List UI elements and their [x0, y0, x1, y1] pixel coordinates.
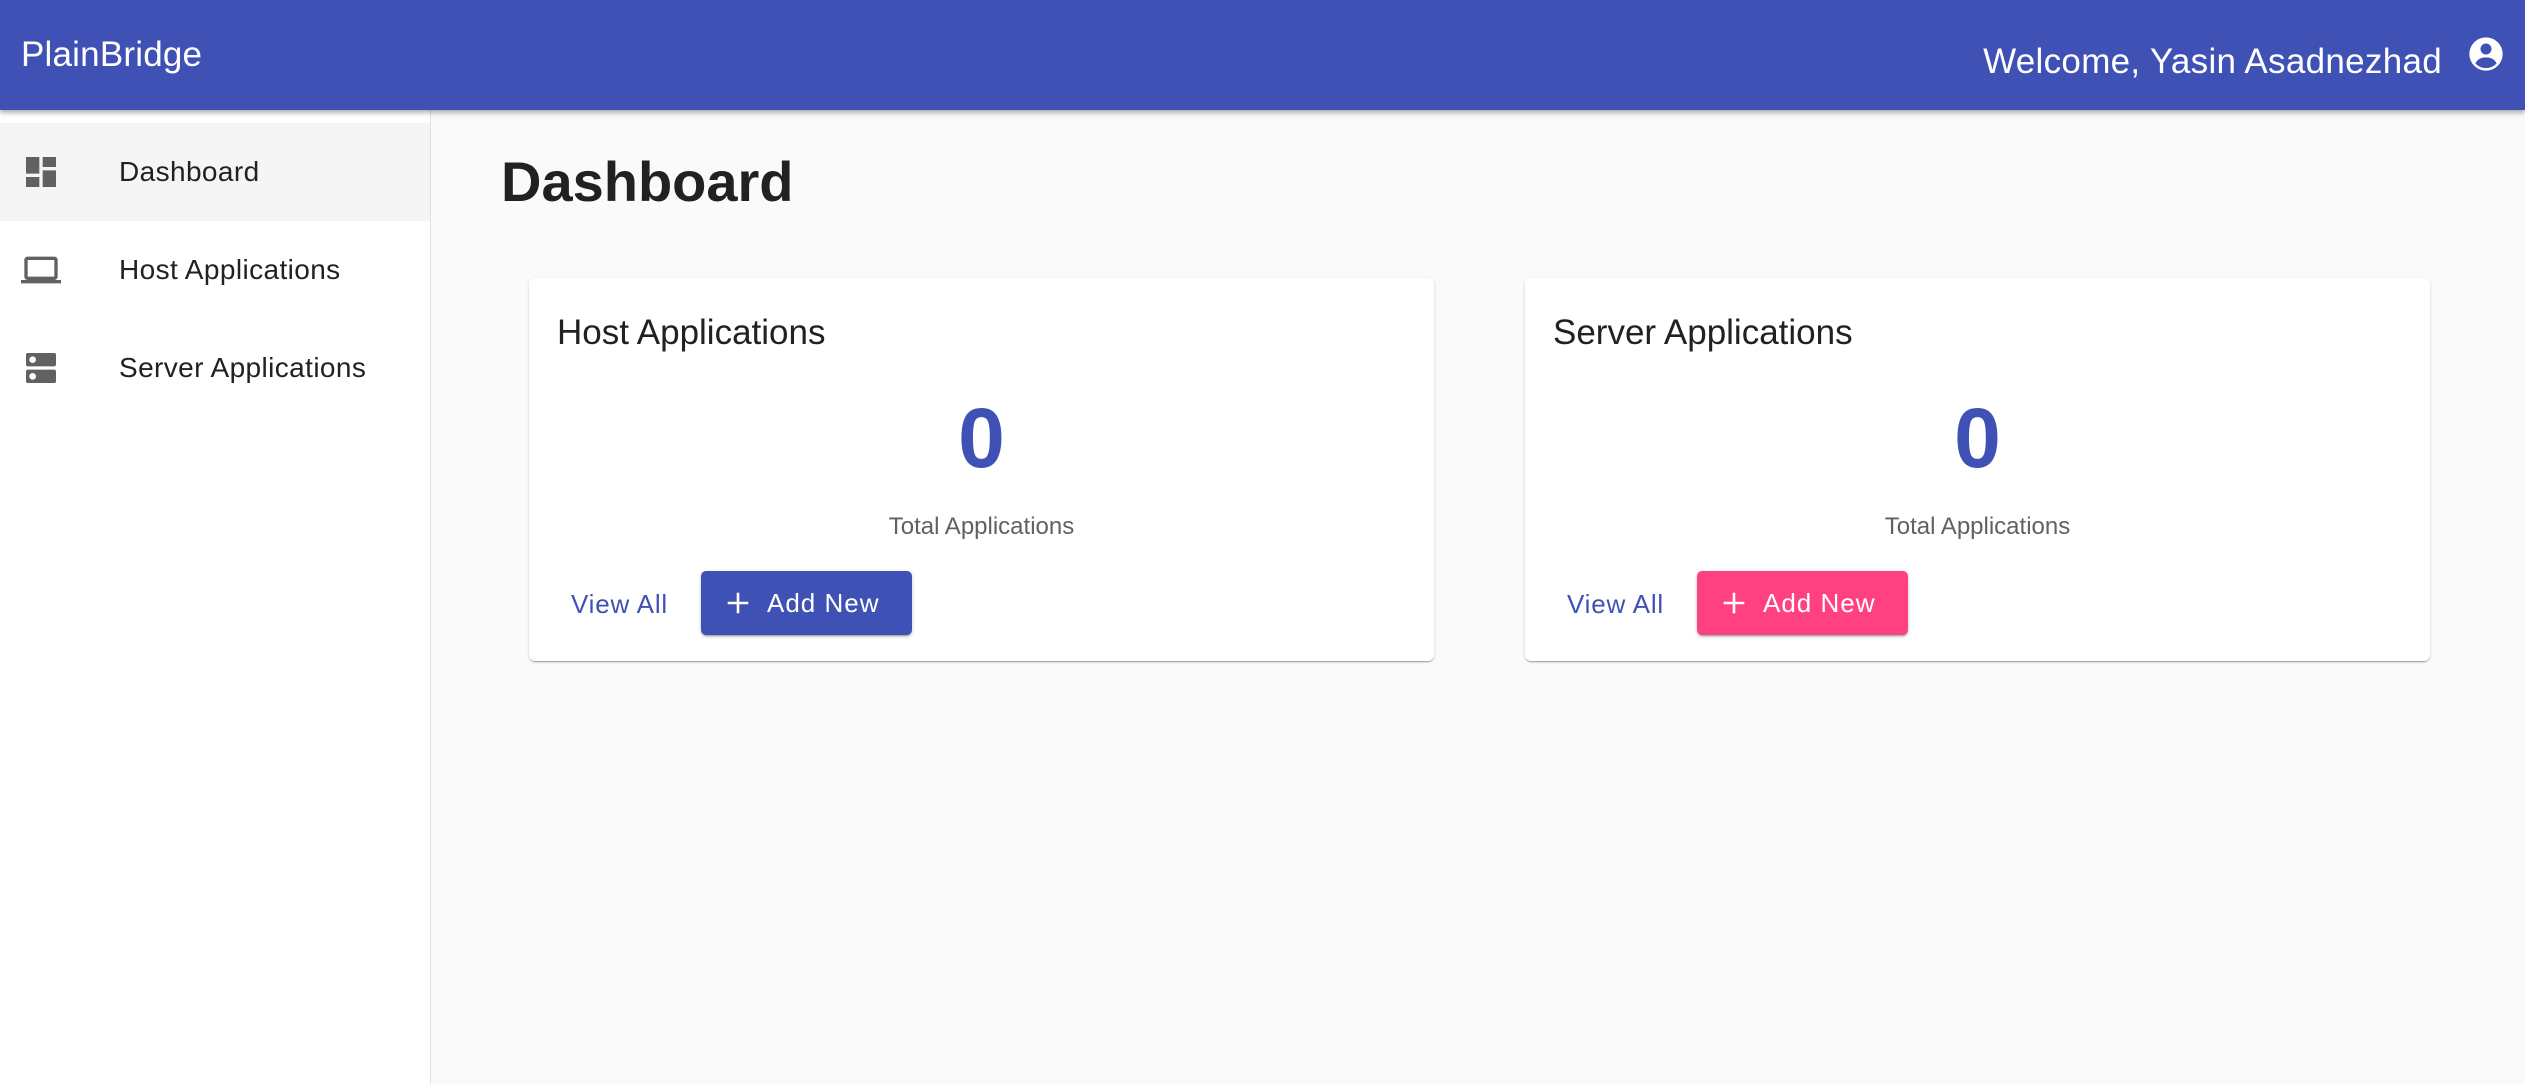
count-caption: Total Applications [888, 513, 1075, 540]
dashboard-icon [26, 157, 56, 187]
add-new-label: Add New [767, 588, 880, 618]
sidebar-item-label: Host Applications [119, 254, 341, 285]
page-title: Dashboard [501, 150, 794, 213]
sidebar-nav-list: Dashboard Host Applications Server Appli… [0, 110, 430, 417]
add-new-label: Add New [1763, 588, 1876, 618]
add-new-host-button[interactable]: Add New [701, 571, 912, 635]
sidebar-item-label: Dashboard [119, 156, 260, 187]
add-new-server-button[interactable]: Add New [1697, 571, 1908, 635]
account-circle-icon[interactable] [2466, 34, 2506, 74]
sidebar-item-label: Server Applications [119, 352, 367, 383]
server-applications-card: Server Applications 0 Total Applications… [1525, 278, 2430, 661]
view-all-server-button[interactable]: View All [1553, 573, 1678, 635]
card-title: Host Applications [557, 313, 826, 352]
sidebar: Dashboard Host Applications Server Appli… [0, 110, 431, 1084]
count-caption: Total Applications [1884, 513, 2071, 540]
application-count: 0 [958, 391, 1005, 485]
sidebar-item-server-applications[interactable]: Server Applications [0, 319, 430, 417]
sidebar-item-dashboard[interactable]: Dashboard [0, 123, 430, 221]
laptop-icon [21, 256, 61, 284]
plus-icon [727, 592, 749, 614]
welcome-text: Welcome, Yasin Asadnezhad [1983, 42, 2442, 81]
host-applications-card: Host Applications 0 Total Applications V… [529, 278, 1434, 661]
main-content: Dashboard Host Applications 0 Total Appl… [431, 110, 2525, 1084]
sidebar-item-host-applications[interactable]: Host Applications [0, 221, 430, 319]
top-app-bar: PlainBridge Welcome, Yasin Asadnezhad [0, 0, 2525, 110]
server-icon [26, 353, 56, 383]
view-all-host-button[interactable]: View All [557, 573, 682, 635]
card-title: Server Applications [1553, 313, 1853, 352]
application-count: 0 [1954, 391, 2001, 485]
app-brand[interactable]: PlainBridge [21, 35, 202, 75]
plus-icon [1723, 592, 1745, 614]
